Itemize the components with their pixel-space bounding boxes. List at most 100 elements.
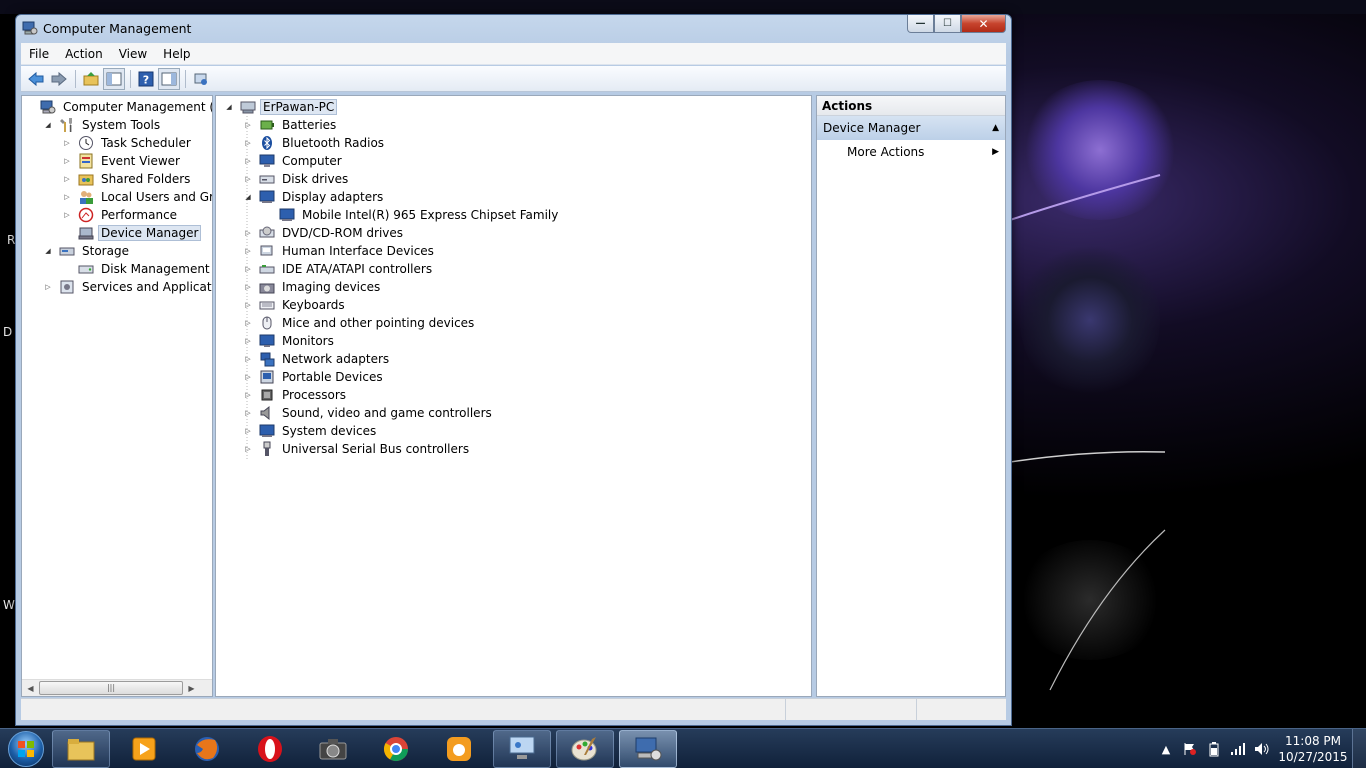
menu-file[interactable]: File — [21, 47, 57, 61]
properties-icon[interactable] — [190, 68, 212, 90]
console-tree-item[interactable]: ▷ Shared Folders — [62, 170, 193, 188]
computer-management-icon[interactable] — [619, 729, 677, 768]
ide-controller-icon — [259, 265, 275, 274]
device-category[interactable]: ▷ System devices — [243, 422, 379, 440]
control-panel-icon[interactable] — [493, 729, 551, 768]
power-icon[interactable] — [1202, 729, 1226, 768]
portable-device-icon — [260, 370, 274, 384]
device-category[interactable]: ◢ Display adapters — [243, 188, 386, 206]
action-center-flag-icon[interactable] — [1178, 729, 1202, 768]
desktop-icon-label-fragment: D — [3, 325, 13, 339]
menu-bar: File Action View Help — [21, 43, 1006, 65]
firefox-icon[interactable] — [178, 730, 236, 768]
expand-arrow-icon[interactable]: ▷ — [43, 283, 53, 291]
computer-management-icon — [22, 21, 38, 35]
chrome-icon[interactable] — [367, 730, 425, 768]
clock-icon — [79, 136, 93, 150]
uc-browser-icon[interactable] — [430, 730, 488, 768]
start-button[interactable] — [0, 729, 52, 768]
opera-icon[interactable] — [241, 730, 299, 768]
device-category[interactable]: ▷ Universal Serial Bus controllers — [243, 440, 472, 458]
device-category[interactable]: ▷ Sound, video and game controllers — [243, 404, 495, 422]
console-tree-item-label: Task Scheduler — [101, 136, 191, 150]
show-hide-action-pane-icon[interactable] — [158, 67, 180, 90]
console-tree-item[interactable]: ◢ Storage — [43, 242, 132, 260]
device-category[interactable]: ▷ Computer — [243, 152, 345, 170]
more-actions-item[interactable]: More Actions ▶ — [817, 140, 1005, 164]
expand-arrow-icon[interactable]: ▷ — [62, 211, 72, 219]
display-device-icon — [279, 208, 295, 221]
device-category-label: Mice and other pointing devices — [282, 316, 475, 330]
device-category[interactable]: ▷ Imaging devices — [243, 278, 383, 296]
device-category[interactable]: ▷ Disk drives — [243, 170, 351, 188]
device-category[interactable]: ▷ Batteries — [243, 116, 339, 134]
camera-app-icon[interactable] — [304, 730, 362, 768]
maximize-button[interactable]: ☐ — [934, 15, 961, 33]
close-button[interactable]: ✕ — [961, 15, 1006, 33]
device-category[interactable]: ▷ Monitors — [243, 332, 337, 350]
caption-buttons: — ☐ ✕ — [907, 15, 1006, 33]
device-category-label: System devices — [282, 424, 377, 438]
console-tree-item[interactable]: Device Manager — [62, 224, 202, 242]
console-tree-item[interactable]: ▷ Task Scheduler — [62, 134, 194, 152]
media-player-icon[interactable] — [115, 730, 173, 768]
clock[interactable]: 11:08 PM 10/27/2015 — [1274, 733, 1352, 765]
help-icon[interactable]: ? — [135, 68, 157, 90]
network-signal-icon[interactable] — [1226, 729, 1250, 768]
expand-arrow-icon[interactable]: ▷ — [62, 139, 72, 147]
device-category-label: Universal Serial Bus controllers — [282, 442, 470, 456]
title-bar[interactable]: Computer Management — ☐ ✕ — [16, 15, 1011, 41]
console-tree-item[interactable]: ◢ System Tools — [43, 116, 163, 134]
forward-arrow-icon[interactable] — [48, 68, 70, 90]
minimize-button[interactable]: — — [907, 15, 934, 33]
console-tree-item[interactable]: Disk Management — [62, 260, 212, 278]
device-tree-root[interactable]: ◢ ErPawan-PC — [224, 98, 338, 116]
collapse-up-icon[interactable]: ▲ — [992, 116, 999, 140]
show-hide-console-tree-icon[interactable] — [103, 67, 125, 90]
scroll-thumb[interactable]: ||| — [39, 681, 183, 695]
scroll-right-arrow-icon[interactable]: ▶ — [183, 680, 200, 697]
collapse-arrow-icon[interactable]: ◢ — [224, 103, 234, 111]
menu-action[interactable]: Action — [57, 47, 111, 61]
expand-arrow-icon[interactable]: ▷ — [62, 157, 72, 165]
menu-help[interactable]: Help — [155, 47, 198, 61]
desktop-icon-label-fragment: W — [3, 598, 15, 612]
device-category[interactable]: ▷ Bluetooth Radios — [243, 134, 387, 152]
volume-icon[interactable] — [1250, 729, 1274, 768]
actions-header: Actions — [817, 96, 1005, 116]
console-tree-item[interactable]: Computer Management (Local — [24, 98, 212, 116]
device-category[interactable]: ▷ Keyboards — [243, 296, 348, 314]
computer-icon — [240, 101, 256, 114]
file-explorer-icon[interactable] — [52, 729, 110, 768]
console-tree-item[interactable]: ▷ Services and Applications — [43, 278, 212, 296]
device-category[interactable]: ▷ Human Interface Devices — [243, 242, 437, 260]
expand-arrow-icon[interactable]: ▷ — [62, 175, 72, 183]
device-category[interactable]: ▷ DVD/CD-ROM drives — [243, 224, 406, 242]
show-hidden-icons-icon[interactable]: ▲ — [1154, 729, 1178, 768]
up-folder-icon[interactable] — [80, 68, 102, 90]
back-arrow-icon[interactable] — [25, 68, 47, 90]
device-category[interactable]: ▷ Network adapters — [243, 350, 392, 368]
device-category[interactable]: ▷ Mice and other pointing devices — [243, 314, 477, 332]
storage-icon — [59, 247, 75, 256]
device-category[interactable]: ▷ IDE ATA/ATAPI controllers — [243, 260, 435, 278]
show-desktop-button[interactable] — [1352, 729, 1366, 768]
menu-view[interactable]: View — [111, 47, 155, 61]
device-item[interactable]: Mobile Intel(R) 965 Express Chipset Fami… — [279, 206, 561, 224]
expand-arrow-icon[interactable]: ▷ — [62, 193, 72, 201]
console-tree-item[interactable]: ▷ Event Viewer — [62, 152, 183, 170]
console-tree-horizontal-scrollbar[interactable]: ◀ ||| ▶ — [22, 679, 212, 696]
device-category[interactable]: ▷ Processors — [243, 386, 349, 404]
system-devices-icon — [259, 424, 275, 437]
paint-icon[interactable] — [556, 729, 614, 768]
console-tree-item[interactable]: ▷ Local Users and Groups — [62, 188, 212, 206]
scroll-left-arrow-icon[interactable]: ◀ — [22, 680, 39, 697]
device-category[interactable]: ▷ Portable Devices — [243, 368, 386, 386]
console-tree-item[interactable]: ▷ Performance — [62, 206, 180, 224]
collapse-arrow-icon[interactable]: ◢ — [43, 121, 53, 129]
collapse-arrow-icon[interactable]: ◢ — [43, 247, 53, 255]
toolbar-separator — [130, 69, 131, 88]
device-category-label: Network adapters — [282, 352, 390, 366]
device-category-label: Human Interface Devices — [282, 244, 434, 258]
actions-section-device-manager[interactable]: Device Manager ▲ — [817, 116, 1005, 140]
